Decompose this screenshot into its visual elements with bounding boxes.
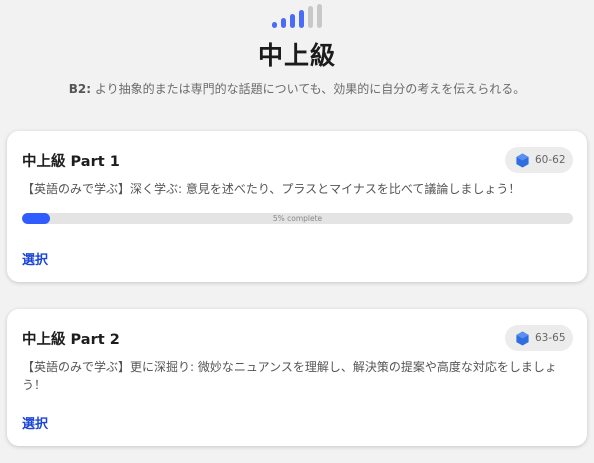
level-description-text: より抽象的または専門的な話題についても、効果的に自分の考えを伝えられる。	[91, 82, 526, 96]
level-bar	[272, 22, 277, 28]
course-card[interactable]: 中上級 Part 1 60-62 【英語のみで学ぶ】深く学ぶ: 意見を述べたり、…	[7, 131, 587, 282]
lesson-range-badge: 63-65	[505, 325, 573, 351]
level-bar	[281, 18, 286, 28]
lesson-range-badge: 60-62	[505, 147, 573, 173]
level-bar	[290, 14, 295, 28]
course-title: 中上級 Part 1	[22, 154, 120, 170]
course-title: 中上級 Part 2	[22, 332, 120, 348]
cefr-code: B2:	[68, 82, 92, 96]
level-bar	[299, 10, 304, 28]
level-description: B2: より抽象的または専門的な話題についても、効果的に自分の考えを伝えられる。	[0, 80, 594, 97]
hexagon-gem-icon	[516, 330, 529, 346]
lesson-range: 60-62	[535, 154, 566, 166]
page-title: 中上級	[257, 41, 336, 70]
progress-label: 5% complete	[272, 214, 323, 223]
course-description: 【英語のみで学ぶ】更に深掘り: 微妙なニュアンスを理解し、解決策の提案や高度な対…	[22, 360, 557, 392]
level-bar	[317, 4, 322, 28]
select-button[interactable]: 選択	[22, 413, 48, 432]
select-button[interactable]: 選択	[22, 249, 48, 268]
hexagon-gem-icon	[516, 152, 529, 168]
course-card[interactable]: 中上級 Part 2 63-65 【英語のみで学ぶ】更に深掘り: 微妙なニュアン…	[7, 309, 587, 446]
progress-bar: 5% complete	[22, 213, 573, 224]
course-description: 【英語のみで学ぶ】深く学ぶ: 意見を述べたり、プラスとマイナスを比べて議論しまし…	[22, 182, 521, 196]
signal-bars-icon	[272, 4, 324, 28]
level-bar	[308, 6, 313, 28]
lesson-range: 63-65	[535, 332, 566, 344]
